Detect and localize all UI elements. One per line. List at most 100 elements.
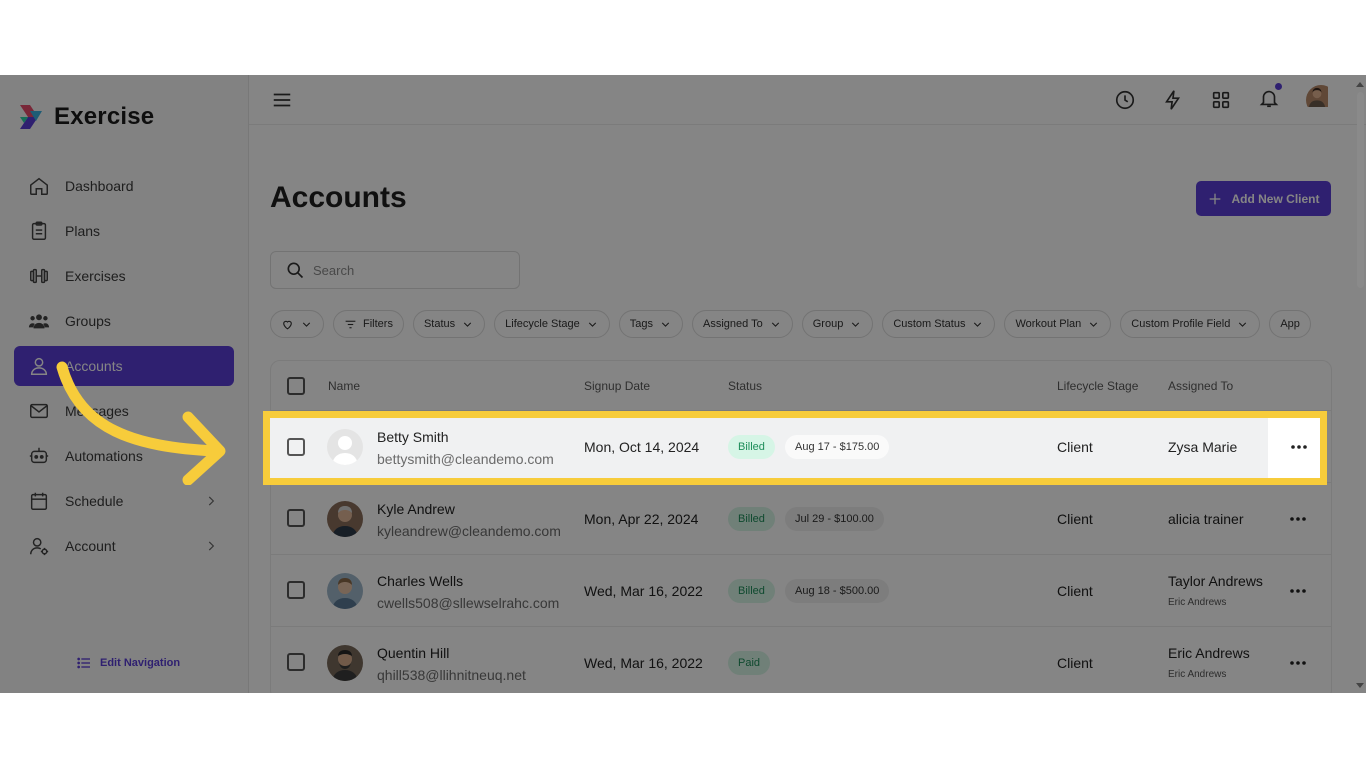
column-header-signup-date[interactable]: Signup Date xyxy=(584,379,650,393)
custom-status-filter[interactable]: Custom Status xyxy=(882,310,996,338)
filter-label: Status xyxy=(423,318,456,330)
column-header-status[interactable]: Status xyxy=(728,379,762,393)
table-header: Name Signup Date Status Lifecycle Stage … xyxy=(271,361,1331,411)
custom-profile-field-filter[interactable]: Custom Profile Field xyxy=(1120,310,1261,338)
sidebar-item-label: Account xyxy=(65,538,116,554)
users-icon xyxy=(28,314,50,329)
app-filter[interactable]: App xyxy=(1269,310,1311,338)
lightning-icon[interactable] xyxy=(1162,89,1184,111)
search-icon xyxy=(287,262,304,279)
client-name[interactable]: Quentin Hill xyxy=(377,645,449,661)
billing-info: Aug 17 - $175.00 xyxy=(785,435,890,459)
assigned-to-secondary: Eric Andrews xyxy=(1168,597,1227,608)
more-options-icon[interactable] xyxy=(1289,655,1307,671)
status-badge: Billed xyxy=(728,579,775,603)
row-checkbox[interactable] xyxy=(287,581,305,599)
grid-icon[interactable] xyxy=(1210,89,1232,111)
column-header-assigned-to[interactable]: Assigned To xyxy=(1168,379,1233,393)
sidebar-item-plans[interactable]: Plans xyxy=(14,211,234,251)
heart-icon xyxy=(283,320,292,329)
edit-navigation-label: Edit Navigation xyxy=(100,657,181,669)
client-email: kyleandrew@cleandemo.com xyxy=(377,523,561,539)
filters-button[interactable]: Filters xyxy=(333,310,404,338)
more-options-icon[interactable] xyxy=(1289,583,1307,599)
top-icons xyxy=(1114,82,1336,115)
edit-navigation-link[interactable]: Edit Navigation xyxy=(76,655,180,671)
scrollbar-thumb[interactable] xyxy=(1357,92,1364,288)
group-filter[interactable]: Group xyxy=(801,310,874,338)
filter-label: Assigned To xyxy=(703,318,763,330)
signup-date: Mon, Apr 22, 2024 xyxy=(584,511,699,527)
add-new-client-button[interactable]: Add New Client xyxy=(1196,181,1331,216)
sidebar-item-label: Plans xyxy=(65,223,101,239)
main-content: Accounts Add New Client Search Filters S… xyxy=(249,75,1366,693)
client-email: bettysmith@cleandemo.com xyxy=(377,451,554,467)
bell-icon xyxy=(1259,90,1279,107)
accounts-table: Name Signup Date Status Lifecycle Stage … xyxy=(270,360,1332,693)
pointer-arrow-icon xyxy=(56,361,226,485)
avatar-image-icon xyxy=(327,573,363,609)
column-header-lifecycle-stage[interactable]: Lifecycle Stage xyxy=(1057,379,1138,393)
table-row[interactable]: Quentin Hill qhill538@llihnitneuq.net We… xyxy=(271,627,1331,693)
client-name[interactable]: Kyle Andrew xyxy=(377,501,455,517)
sidebar-item-groups[interactable]: Groups xyxy=(14,301,234,341)
workout-plan-filter[interactable]: Workout Plan xyxy=(1004,310,1112,338)
sidebar-item-label: Dashboard xyxy=(65,178,134,194)
assigned-to: alicia trainer xyxy=(1168,511,1244,527)
chevron-down-icon xyxy=(1239,321,1247,327)
chevron-down-icon xyxy=(588,321,596,327)
robot-icon xyxy=(29,447,49,464)
more-options-icon[interactable] xyxy=(1290,439,1308,455)
sidebar-item-exercises[interactable]: Exercises xyxy=(14,256,234,296)
scroll-down-arrow-icon[interactable] xyxy=(1355,682,1365,690)
sidebar-item-account[interactable]: Account xyxy=(14,526,234,566)
lifecycle-stage: Client xyxy=(1057,511,1093,527)
chevron-down-icon xyxy=(464,321,472,327)
favorites-filter[interactable] xyxy=(270,310,324,338)
client-email: qhill538@llihnitneuq.net xyxy=(377,667,526,683)
page-scrollbar[interactable] xyxy=(1355,80,1365,690)
lifecycle-stage: Client xyxy=(1057,583,1093,599)
filter-label: Group xyxy=(812,318,844,330)
table-row[interactable]: Charles Wells cwells508@sllewselrahc.com… xyxy=(271,555,1331,627)
more-options-icon[interactable] xyxy=(1289,511,1307,527)
assigned-to: Taylor Andrews xyxy=(1168,573,1263,589)
assigned-to-filter[interactable]: Assigned To xyxy=(692,310,793,338)
avatar xyxy=(327,429,363,465)
notifications[interactable] xyxy=(1258,82,1282,114)
mail-icon xyxy=(30,403,48,419)
select-all-checkbox[interactable] xyxy=(287,377,305,395)
chevron-down-icon xyxy=(852,321,860,327)
hamburger-menu-icon[interactable] xyxy=(271,89,293,111)
highlighted-table-row[interactable]: Betty Smith bettysmith@cleandemo.com Mon… xyxy=(263,411,1327,485)
row-checkbox[interactable] xyxy=(287,653,305,671)
brand[interactable]: Exercise xyxy=(16,103,154,131)
filter-label: Lifecycle Stage xyxy=(505,318,580,330)
user-avatar[interactable] xyxy=(1306,85,1336,115)
scroll-up-arrow-icon[interactable] xyxy=(1355,80,1365,88)
row-checkbox[interactable] xyxy=(287,509,305,527)
status-filter[interactable]: Status xyxy=(412,310,486,338)
filter-label: Filters xyxy=(363,318,393,330)
chevron-right-icon xyxy=(208,496,215,506)
row-checkbox[interactable] xyxy=(287,438,305,456)
sidebar-item-schedule[interactable]: Schedule xyxy=(14,481,234,521)
avatar xyxy=(327,645,363,681)
client-name[interactable]: Betty Smith xyxy=(377,429,449,445)
history-icon[interactable] xyxy=(1114,89,1136,111)
sidebar-item-dashboard[interactable]: Dashboard xyxy=(14,166,234,206)
filter-label: App xyxy=(1280,318,1300,330)
calendar-icon xyxy=(30,492,48,510)
page-title: Accounts xyxy=(270,181,407,214)
column-header-name[interactable]: Name xyxy=(328,379,360,393)
avatar-image-icon xyxy=(1306,85,1328,107)
table-row[interactable]: Kyle Andrew kyleandrew@cleandemo.com Mon… xyxy=(271,483,1331,555)
tags-filter[interactable]: Tags xyxy=(618,310,683,338)
client-name[interactable]: Charles Wells xyxy=(377,573,463,589)
search-input[interactable]: Search xyxy=(270,251,520,289)
lifecycle-stage-filter[interactable]: Lifecycle Stage xyxy=(494,310,610,338)
list-icon xyxy=(77,657,90,669)
chevron-down-icon xyxy=(974,321,982,327)
status-badge: Billed xyxy=(728,435,775,459)
plus-icon xyxy=(1210,193,1221,204)
